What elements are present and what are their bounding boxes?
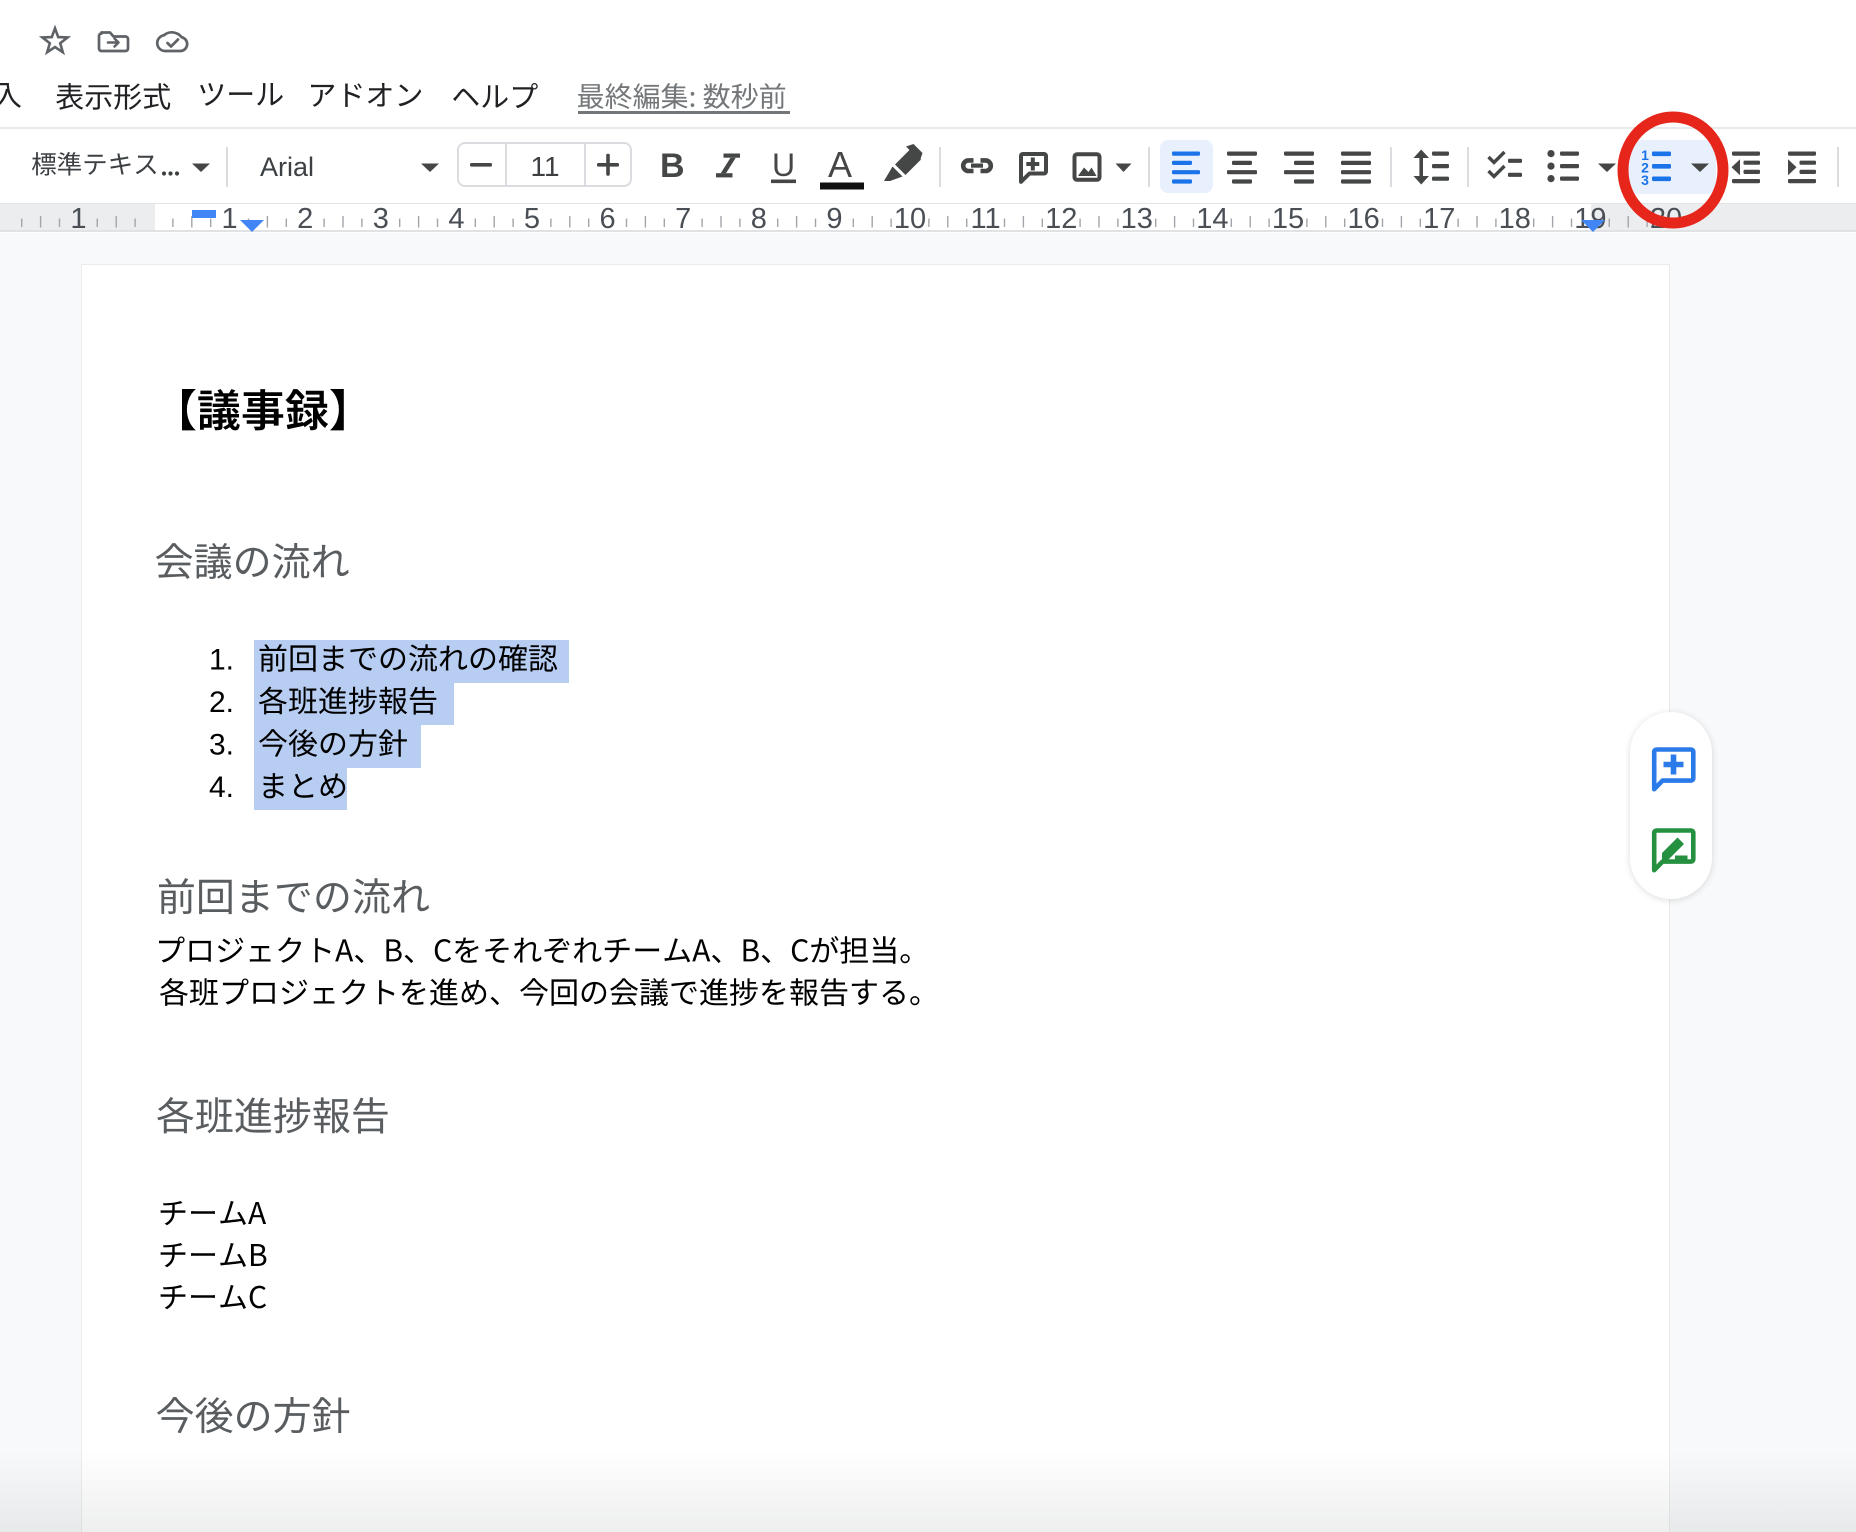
svg-text:18: 18 (1499, 203, 1531, 235)
svg-text:U: U (772, 147, 795, 183)
svg-text:6: 6 (600, 203, 616, 235)
svg-text:2.: 2. (209, 686, 234, 719)
svg-text:9: 9 (826, 203, 842, 235)
svg-text:1: 1 (222, 203, 238, 235)
svg-text:3: 3 (1641, 172, 1649, 188)
svg-text:2: 2 (297, 203, 313, 235)
svg-text:3.: 3. (209, 728, 234, 761)
svg-text:5: 5 (524, 203, 540, 235)
svg-text:12: 12 (1045, 203, 1077, 235)
svg-text:4.: 4. (209, 771, 234, 804)
svg-text:13: 13 (1121, 203, 1153, 235)
svg-text:Arial: Arial (260, 152, 314, 182)
svg-text:B: B (660, 147, 685, 185)
svg-text:4: 4 (448, 203, 464, 235)
svg-text:11: 11 (530, 151, 559, 182)
svg-text:19: 19 (1574, 203, 1606, 235)
svg-text:8: 8 (751, 203, 767, 235)
svg-text:7: 7 (675, 203, 691, 235)
svg-text:17: 17 (1423, 203, 1455, 235)
svg-text:15: 15 (1272, 203, 1304, 235)
svg-text:10: 10 (894, 203, 926, 235)
svg-text:14: 14 (1196, 203, 1228, 235)
svg-text:11: 11 (971, 203, 1001, 235)
svg-text:3: 3 (373, 203, 389, 235)
svg-text:1: 1 (70, 203, 86, 235)
svg-text:1.: 1. (209, 643, 234, 676)
svg-text:16: 16 (1347, 203, 1379, 235)
svg-text:A: A (828, 144, 852, 185)
